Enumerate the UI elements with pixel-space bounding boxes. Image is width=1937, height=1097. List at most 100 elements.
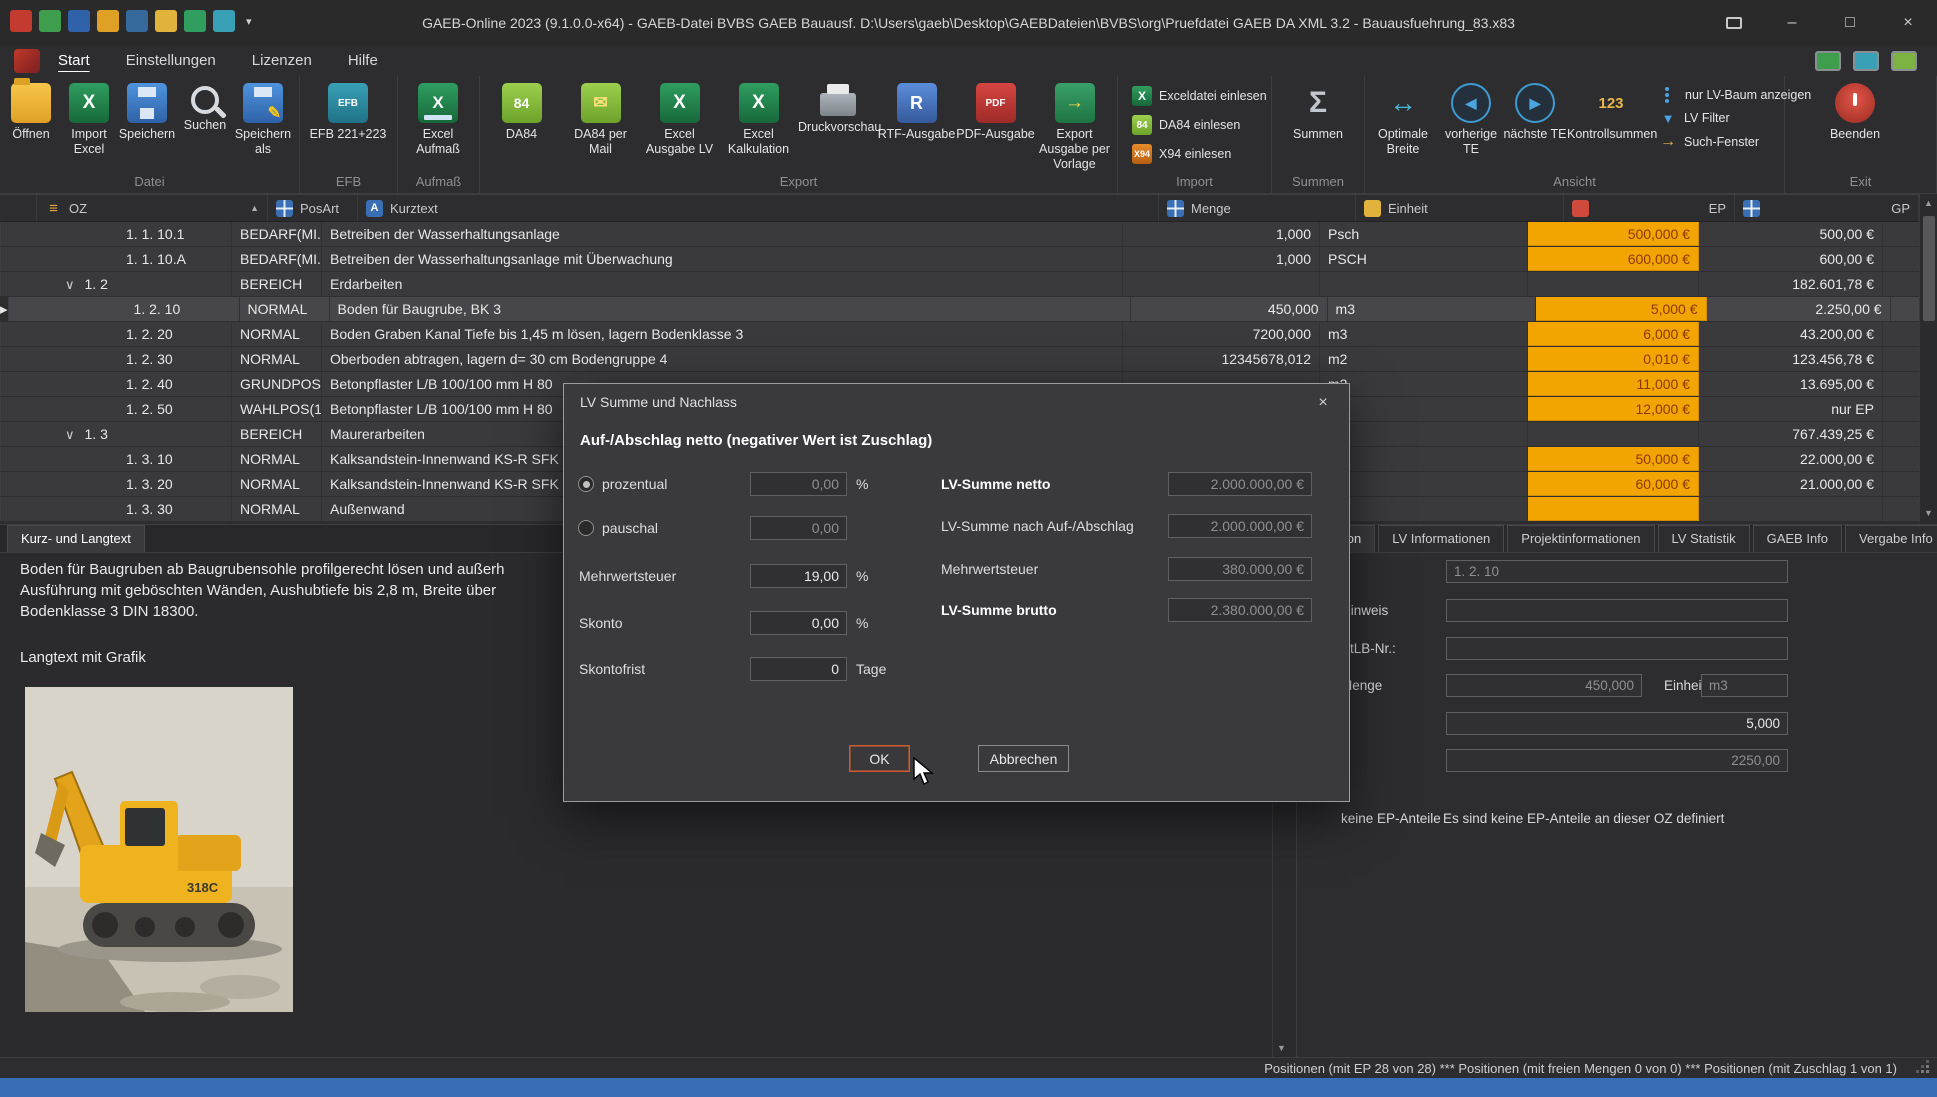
grid-icon [1167, 200, 1184, 217]
mwst-field[interactable]: 19,00 [750, 564, 847, 588]
titlebar: ▾ GAEB-Online 2023 (9.1.0.0-x64) - GAEB-… [0, 0, 1937, 46]
excel-read-icon [1132, 86, 1152, 106]
search-icon [191, 86, 219, 114]
ribbon-app-icon[interactable] [14, 49, 40, 73]
ep-field[interactable]: 5,000 [1446, 712, 1788, 735]
header-posart[interactable]: PosArt [268, 195, 358, 221]
table-row[interactable]: 1. 2. 30 NORMAL Oberboden abtragen, lage… [0, 347, 1919, 372]
header-ep[interactable]: EP [1564, 195, 1735, 221]
group-label-export: Export [480, 172, 1117, 193]
naechste-te-button[interactable]: nächste TE [1503, 80, 1567, 142]
da84-mail-button[interactable]: DA84 per Mail [561, 80, 640, 157]
tage-label: Tage [856, 657, 886, 681]
suchen-button[interactable]: Suchen [176, 80, 234, 133]
cell-einheit: m2 [1320, 372, 1528, 396]
excel-calc-icon [739, 83, 779, 123]
hinweis-field[interactable] [1446, 599, 1788, 622]
menge-field[interactable]: 450,000 [1446, 674, 1642, 697]
da84-einlesen-button[interactable]: DA84 einlesen [1132, 115, 1240, 135]
tab-vergabe-info[interactable]: Vergabe Info [1845, 525, 1937, 552]
collapse-chevron-icon[interactable] [65, 426, 75, 443]
abbrechen-button[interactable]: Abbrechen [978, 745, 1069, 772]
da84-button[interactable]: DA84 [482, 80, 561, 142]
minimize-button[interactable]: – [1763, 0, 1821, 46]
ok-button[interactable]: OK [849, 745, 910, 772]
x94-einlesen-button[interactable]: X94 einlesen [1132, 144, 1231, 164]
maximize-button[interactable]: □ [1821, 0, 1879, 46]
import-excel-button[interactable]: Import Excel [60, 80, 118, 157]
excel-output-icon [660, 83, 700, 123]
dock-window-button[interactable] [1705, 0, 1763, 46]
monitor-export-icon[interactable] [1815, 51, 1841, 71]
rtf-ausgabe-button[interactable]: RTF-Ausgabe [877, 80, 956, 142]
export-vorlage-button[interactable]: Export Ausgabe per Vorlage [1035, 80, 1114, 172]
tab-hilfe[interactable]: Hilfe [330, 46, 396, 76]
optimale-breite-button[interactable]: Optimale Breite [1367, 80, 1439, 157]
collapse-chevron-icon[interactable] [65, 276, 75, 293]
druckvorschau-button[interactable]: Druckvorschau [798, 80, 877, 135]
header-einheit[interactable]: Einheit [1356, 195, 1564, 221]
kontrollsummen-button[interactable]: Kontrollsummen [1567, 80, 1655, 142]
oz-field[interactable]: 1. 2. 10 [1446, 560, 1788, 583]
oeffnen-button[interactable]: Öffnen [2, 80, 60, 142]
button-label: Kontrollsummen [1567, 127, 1655, 142]
skonto-field[interactable]: 0,00 [750, 611, 847, 635]
speichern-als-button[interactable]: Speichern als [234, 80, 292, 157]
excel-kalkulation-button[interactable]: Excel Kalkulation [719, 80, 798, 157]
excel-ausgabe-lv-button[interactable]: Excel Ausgabe LV [640, 80, 719, 157]
pauschal-radio[interactable] [578, 520, 594, 536]
prozentual-field: 0,00 [750, 472, 847, 496]
lv-netto-label: LV-Summe netto [941, 472, 1050, 496]
cell-posart: NORMAL [240, 297, 330, 321]
skontofrist-field[interactable]: 0 [750, 657, 847, 681]
statusbar-text: Positionen (mit EP 28 von 28) *** Positi… [1264, 1061, 1897, 1076]
window-controls: – □ × [1705, 0, 1937, 46]
scroll-thumb[interactable] [1923, 216, 1935, 321]
scroll-down-icon[interactable]: ▼ [1920, 504, 1937, 522]
tab-einstellungen[interactable]: Einstellungen [108, 46, 234, 76]
scroll-up-icon[interactable]: ▲ [1920, 194, 1937, 212]
svg-text:318C: 318C [187, 880, 219, 895]
tab-lv-statistik[interactable]: LV Statistik [1658, 525, 1750, 552]
summen-button[interactable]: Summen [1274, 80, 1362, 142]
speichern-button[interactable]: Speichern [118, 80, 176, 142]
tab-lv-informationen[interactable]: LV Informationen [1378, 525, 1504, 552]
tab-kurz-langtext[interactable]: Kurz- und Langtext [7, 525, 145, 552]
header-oz[interactable]: OZ ▲ [37, 195, 268, 221]
beenden-button[interactable]: Beenden [1813, 80, 1897, 142]
table-row[interactable]: 1. 2. 20 NORMAL Boden Graben Kanal Tiefe… [0, 322, 1919, 347]
table-row[interactable]: 1. 1. 10.1 BEDARF(MI... Betreiben der Wa… [0, 222, 1919, 247]
scroll-down-icon[interactable]: ▼ [1273, 1039, 1290, 1057]
close-button[interactable]: × [1879, 0, 1937, 46]
tab-gaeb-info[interactable]: GAEB Info [1753, 525, 1842, 552]
monitor-import-icon[interactable] [1853, 51, 1879, 71]
table-row[interactable]: 1. 1. 10.A BEDARF(MI... Betreiben der Wa… [0, 247, 1919, 272]
lv-brutto-field: 2.380.000,00 € [1168, 598, 1312, 622]
excel-aufmass-button[interactable]: Excel Aufmaß [400, 80, 476, 157]
dialog-close-icon[interactable]: × [1311, 392, 1335, 414]
einheit-field[interactable]: m3 [1701, 674, 1788, 697]
pdf-ausgabe-button[interactable]: PDF-Ausgabe [956, 80, 1035, 142]
efb-button[interactable]: EFB 221+223 [302, 80, 394, 142]
cell-kurztext: Betreiben der Wasserhaltungsanlage [322, 222, 1123, 246]
tab-projektinformationen[interactable]: Projektinformationen [1507, 525, 1654, 552]
tab-lizenzen[interactable]: Lizenzen [234, 46, 330, 76]
vorherige-te-button[interactable]: vorherige TE [1439, 80, 1503, 157]
table-scrollbar[interactable]: ▲ ▼ [1919, 194, 1937, 522]
button-label: DA84 [482, 127, 561, 142]
header-kurztext[interactable]: Kurztext [358, 195, 1159, 221]
prozentual-radio[interactable] [578, 476, 594, 492]
monitor-sync-icon[interactable] [1891, 51, 1917, 71]
header-gp[interactable]: GP [1735, 195, 1919, 221]
button-label: DA84 per Mail [561, 127, 640, 157]
resize-grip-icon[interactable] [1926, 1070, 1929, 1073]
cell-posart: BEDARF(MI... [232, 247, 322, 271]
header-menge[interactable]: Menge [1159, 195, 1356, 221]
group-datei: Öffnen Import Excel Speichern Suchen Spe… [0, 76, 300, 193]
table-row[interactable]: 1. 2 BEREICH Erdarbeiten 182.601,78 € [0, 272, 1919, 297]
tab-start[interactable]: Start [40, 46, 108, 76]
table-row-selected[interactable]: 1. 2. 10 NORMAL Boden für Baugrube, BK 3… [0, 297, 1919, 322]
exceldatei-einlesen-button[interactable]: Exceldatei einlesen [1132, 86, 1267, 106]
cell-ep [1528, 422, 1699, 446]
stlb-field[interactable] [1446, 637, 1788, 660]
